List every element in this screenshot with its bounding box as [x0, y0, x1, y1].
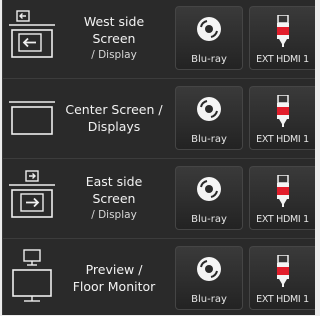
display-target-west[interactable]: West side Screen / Display: [3, 0, 173, 76]
display-target-center[interactable]: Center Screen / Displays: [3, 80, 173, 156]
disc-icon: [195, 15, 223, 47]
disc-icon: [195, 175, 223, 207]
bluray-label: Blu-ray: [191, 214, 227, 225]
row-label-line2: Screen: [92, 30, 136, 46]
bluray-button-east[interactable]: Blu-ray: [175, 166, 243, 230]
row-preview: Preview / Floor Monitor Blu-ray EXT HDMI…: [3, 240, 315, 316]
row-divider: [3, 238, 315, 239]
row-label: West side Screen / Display: [61, 0, 167, 76]
row-label-line2: Displays: [87, 119, 141, 134]
hdmi-button-east[interactable]: EXT HDMI 1: [249, 166, 315, 230]
hdmi-button-center[interactable]: EXT HDMI 1: [249, 86, 315, 150]
bluray-label: Blu-ray: [191, 54, 227, 65]
row-label-line1: East side: [85, 173, 143, 189]
bluray-label: Blu-ray: [191, 134, 227, 145]
hdmi-cable-icon: [275, 254, 291, 291]
display-target-east[interactable]: East side Screen / Display: [3, 160, 173, 236]
monitor-icon: [7, 248, 59, 308]
row-label: Center Screen / Displays: [61, 80, 167, 156]
hdmi-label: EXT HDMI 1: [256, 294, 309, 305]
row-label-line3: / Display: [91, 48, 137, 61]
row-divider: [3, 158, 315, 159]
row-label-line2: Screen: [92, 190, 136, 206]
left-arrow-screen-icon: [7, 8, 59, 68]
screen-icon: [7, 88, 59, 148]
hdmi-label: EXT HDMI 1: [256, 54, 309, 65]
hdmi-label: EXT HDMI 1: [256, 134, 309, 145]
row-label: Preview / Floor Monitor: [61, 240, 167, 316]
row-label-line3: / Display: [91, 208, 137, 221]
row-divider: [3, 78, 315, 79]
hdmi-button-west[interactable]: EXT HDMI 1: [249, 6, 315, 70]
hdmi-cable-icon: [275, 14, 291, 51]
right-arrow-screen-icon: [7, 168, 59, 228]
bluray-button-west[interactable]: Blu-ray: [175, 6, 243, 70]
row-label-line1: West side: [83, 13, 145, 29]
display-target-preview[interactable]: Preview / Floor Monitor: [3, 240, 173, 316]
hdmi-cable-icon: [275, 174, 291, 211]
hdmi-cable-icon: [275, 94, 291, 131]
row-label-line2: Floor Monitor: [72, 279, 156, 294]
hdmi-button-preview[interactable]: EXT HDMI 1: [249, 246, 315, 310]
bluray-button-center[interactable]: Blu-ray: [175, 86, 243, 150]
bluray-button-preview[interactable]: Blu-ray: [175, 246, 243, 310]
row-label-line1: Preview /: [85, 262, 143, 277]
row-label: East side Screen / Display: [61, 160, 167, 236]
bluray-label: Blu-ray: [191, 294, 227, 305]
disc-icon: [195, 95, 223, 127]
row-west: West side Screen / Display Blu-ray EXT H…: [3, 0, 315, 76]
row-center: Center Screen / Displays Blu-ray EXT HDM…: [3, 80, 315, 156]
hdmi-label: EXT HDMI 1: [256, 214, 309, 225]
disc-icon: [195, 255, 223, 287]
row-east: East side Screen / Display Blu-ray EXT H…: [3, 160, 315, 236]
display-routing-panel: West side Screen / Display Blu-ray EXT H…: [2, 0, 315, 315]
row-label-line1: Center Screen /: [65, 102, 163, 117]
